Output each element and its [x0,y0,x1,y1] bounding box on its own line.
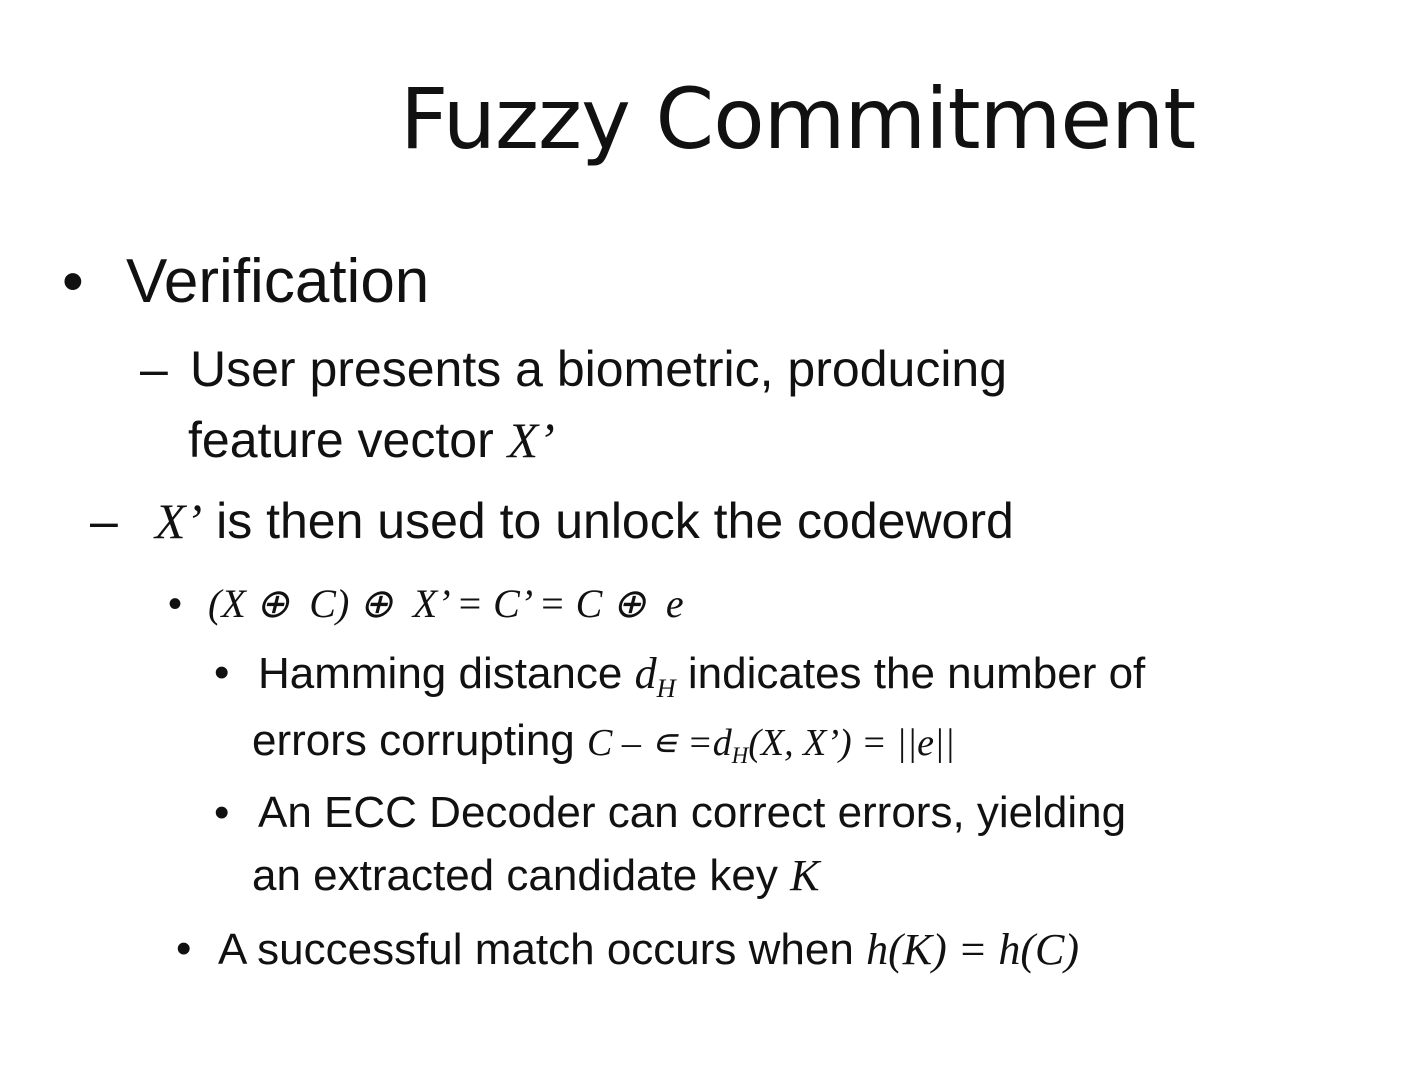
bullet-marker: • [62,247,84,316]
hamming-line2: errors corrupting C – ∊ =dH(X, X’) = ||e… [252,716,955,769]
feature-vector-text: feature vector [188,412,494,468]
item-user-presents-line1: User presents a biometric, producing [190,341,1008,397]
match-math: h(K) = h(C) [866,925,1080,974]
hamming-line2-text: errors corrupting [252,716,588,765]
ecc-line2-text: an extracted candidate key [252,851,791,900]
hamming-pre: Hamming distance [258,649,635,698]
bullet-marker: • [214,648,230,697]
unlock-var: X’ [155,493,203,549]
match-text: A successful match occurs when [218,925,867,974]
bullet-marker: • [214,788,230,837]
match-line: A successful match occurs when h(K) = h(… [218,924,1079,975]
hamming-d-letter: d [634,649,657,698]
unlock-text: is then used to unlock the codeword [202,493,1014,549]
feature-vector-var: X’ [507,412,555,468]
ecc-line1: An ECC Decoder can correct errors, yield… [258,788,1127,837]
bullet-marker: • [168,582,183,626]
hamming-math-b: (X, X’) = ||e|| [748,722,955,764]
hamming-d: dH [634,649,676,703]
hamming-math-sub: H [731,742,749,768]
bullet-verification: Verification [126,247,430,316]
hamming-line2-math: C – ∊ =dH(X, X’) = ||e|| [587,722,955,768]
item-unlock-codeword: X’ is then used to unlock the codeword [155,492,1014,550]
ecc-var: K [790,851,820,900]
hamming-post: indicates the number of [675,649,1146,698]
hamming-d-sub: H [656,673,676,704]
ecc-line2: an extracted candidate key K [252,850,819,901]
item-user-presents-line2: feature vector X’ [188,411,555,469]
slide-title: Fuzzy Commitment [400,70,1196,168]
bullet-marker: • [176,924,192,973]
dash-marker: – [90,493,118,549]
hamming-line1: Hamming distance dH indicates the number… [258,648,1145,704]
equation: (X ⊕ C) ⊕ X’ = C’ = C ⊕ e [208,581,684,626]
slide: Fuzzy Commitment • Verification – User p… [0,0,1423,1067]
dash-marker: – [140,341,168,397]
hamming-math-a: C – ∊ =d [587,722,732,764]
